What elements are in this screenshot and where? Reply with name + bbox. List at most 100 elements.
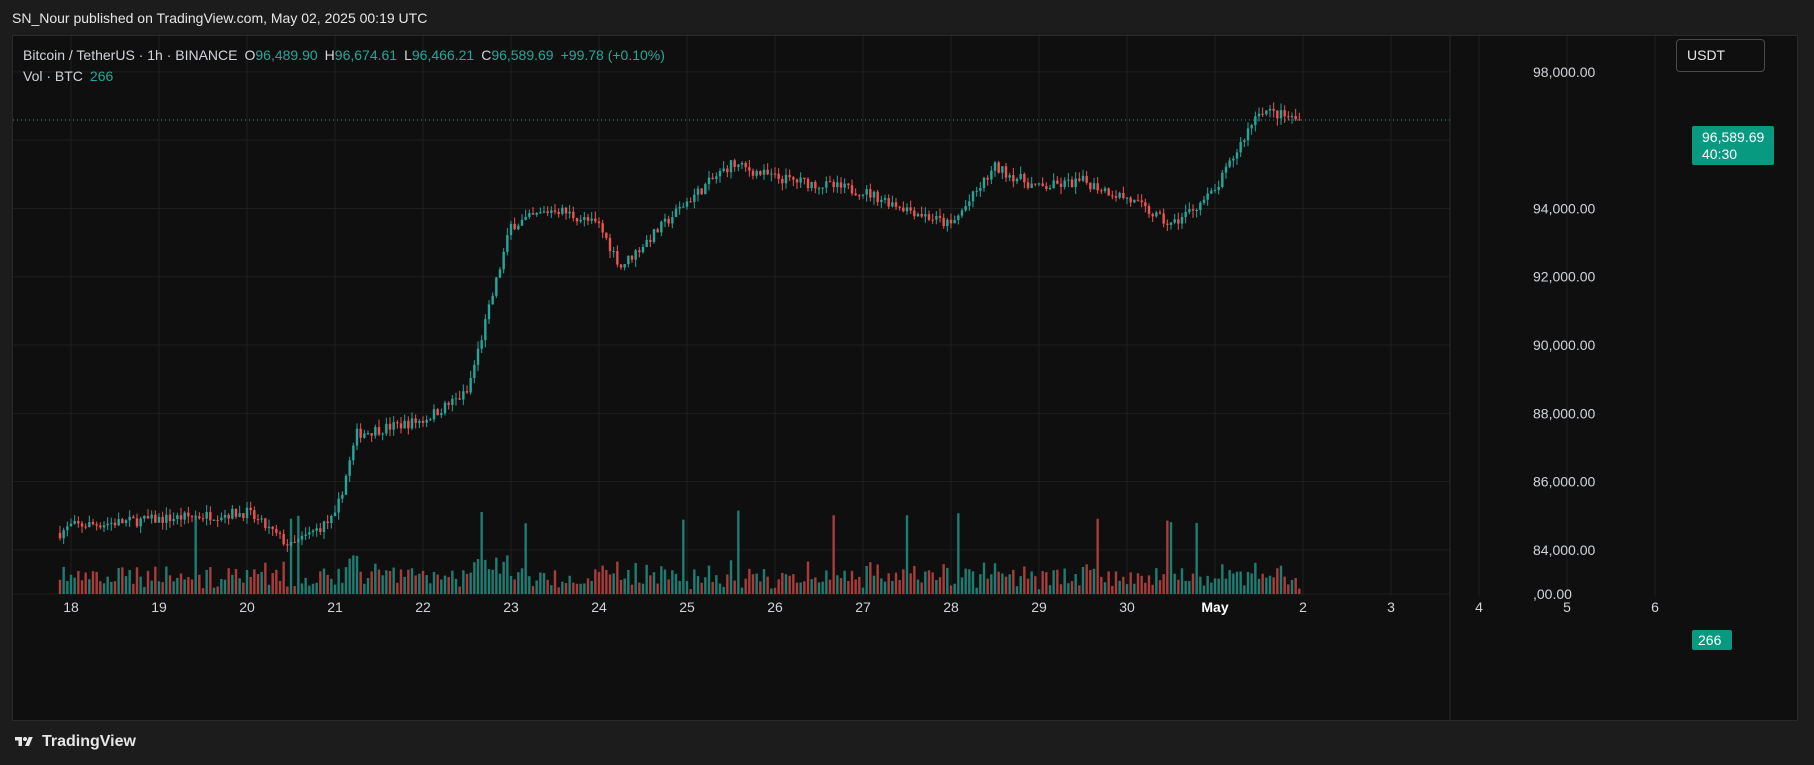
volume-bar bbox=[964, 568, 967, 594]
volume-bar bbox=[106, 576, 109, 594]
candle-body bbox=[550, 210, 553, 213]
tradingview-logo[interactable]: TradingView bbox=[12, 733, 136, 751]
volume-bar bbox=[905, 515, 909, 594]
volume-bar bbox=[227, 568, 230, 594]
candle-body bbox=[982, 177, 986, 189]
candle-body bbox=[663, 218, 667, 222]
volume-bar bbox=[95, 571, 98, 594]
volume-bar bbox=[245, 570, 249, 594]
candle-body bbox=[927, 214, 931, 220]
volume-bar bbox=[671, 570, 674, 594]
candle-body bbox=[513, 223, 516, 230]
volume-bar bbox=[1074, 574, 1077, 594]
candle-body bbox=[194, 516, 197, 518]
x-tick-label: 2 bbox=[1299, 599, 1307, 615]
candle-body bbox=[938, 216, 942, 218]
candle-body bbox=[495, 277, 498, 296]
chart-frame[interactable]: 98,000.00 94,000.00 92,000.00 90,000.00 88,0… bbox=[12, 35, 1799, 722]
candle-body bbox=[1195, 210, 1198, 212]
volume-bar bbox=[1287, 584, 1290, 594]
candle-body bbox=[135, 518, 139, 527]
high-label: H bbox=[324, 47, 335, 63]
candle-body bbox=[814, 181, 817, 189]
candle-body bbox=[73, 521, 76, 524]
volume-bar bbox=[198, 574, 201, 594]
candle-body bbox=[971, 191, 975, 202]
candle-body bbox=[1034, 183, 1037, 185]
volume-bar bbox=[828, 579, 832, 594]
candle-body bbox=[432, 409, 436, 420]
candle-body bbox=[341, 494, 344, 499]
volume-bar bbox=[231, 574, 234, 594]
volume-bar bbox=[608, 574, 612, 594]
volume-bar bbox=[960, 577, 964, 594]
volume-bar bbox=[876, 564, 879, 594]
candle-body bbox=[520, 219, 524, 226]
volume-bar bbox=[909, 573, 912, 594]
volume-bar bbox=[718, 583, 722, 594]
candle-body bbox=[696, 188, 700, 195]
candle-body bbox=[1151, 214, 1154, 217]
candle-body bbox=[157, 516, 161, 523]
volume-bar bbox=[139, 576, 142, 594]
candle-body bbox=[590, 218, 593, 221]
volume-bar bbox=[267, 584, 271, 594]
volume-bar bbox=[1037, 589, 1041, 594]
volume-label[interactable]: Vol · BTC bbox=[23, 68, 83, 84]
candle-body bbox=[722, 168, 725, 171]
symbol-title[interactable]: Bitcoin / TetherUS · 1h · BINANCE bbox=[23, 47, 237, 63]
candle-body bbox=[311, 530, 315, 533]
candle-body bbox=[509, 223, 513, 236]
candle-body bbox=[480, 340, 483, 349]
candle-body bbox=[425, 419, 428, 423]
candle-body bbox=[113, 522, 117, 526]
volume-bar bbox=[205, 569, 208, 594]
candlestick-chart[interactable]: 98,000.00 94,000.00 92,000.00 90,000.00 88,0… bbox=[13, 36, 1799, 722]
candle-body bbox=[601, 223, 604, 233]
currency-button[interactable]: USDT bbox=[1676, 39, 1765, 72]
candle-body bbox=[993, 162, 997, 171]
candle-body bbox=[344, 475, 348, 495]
volume-bar bbox=[304, 577, 307, 594]
volume-bar bbox=[264, 562, 267, 594]
candle-body bbox=[1078, 178, 1081, 181]
candle-body bbox=[1026, 182, 1030, 188]
volume-bar bbox=[1162, 574, 1165, 594]
volume-bar bbox=[1070, 581, 1074, 594]
volume-bar bbox=[73, 577, 76, 594]
volume-bar bbox=[275, 569, 278, 594]
candle-body bbox=[418, 420, 421, 423]
volume-bar bbox=[132, 583, 135, 594]
volume-bar bbox=[821, 581, 824, 594]
candle-body bbox=[788, 174, 791, 178]
candle-body bbox=[124, 520, 128, 524]
candle-body bbox=[909, 207, 912, 211]
volume-bar bbox=[113, 581, 117, 594]
volume-bar bbox=[803, 581, 806, 594]
symbol-legend-row: Bitcoin / TetherUS · 1h · BINANCE O96,489… bbox=[23, 45, 665, 66]
candle-body bbox=[880, 199, 883, 203]
candle-body bbox=[1224, 166, 1228, 173]
volume-bar bbox=[165, 566, 168, 594]
volume-bar bbox=[311, 583, 315, 594]
volume-bar bbox=[1180, 568, 1184, 594]
volume-bar bbox=[403, 576, 406, 594]
candle-body bbox=[58, 532, 62, 539]
volume-bar bbox=[806, 561, 810, 594]
candle-body bbox=[916, 213, 920, 217]
candle-body bbox=[359, 428, 362, 438]
volume-bar bbox=[667, 579, 670, 594]
candle-body bbox=[711, 177, 714, 180]
volume-bar bbox=[1114, 571, 1118, 594]
candle-body bbox=[704, 184, 707, 195]
candle-body bbox=[322, 521, 326, 533]
candle-body bbox=[913, 210, 916, 217]
candle-body bbox=[671, 217, 674, 224]
candle-body bbox=[1122, 192, 1125, 198]
candle-body bbox=[1147, 206, 1151, 215]
candle-body bbox=[414, 418, 417, 423]
candle-body bbox=[374, 427, 377, 436]
volume-bar bbox=[1081, 566, 1085, 594]
candle-body bbox=[949, 219, 953, 224]
volume-bar bbox=[751, 574, 755, 594]
